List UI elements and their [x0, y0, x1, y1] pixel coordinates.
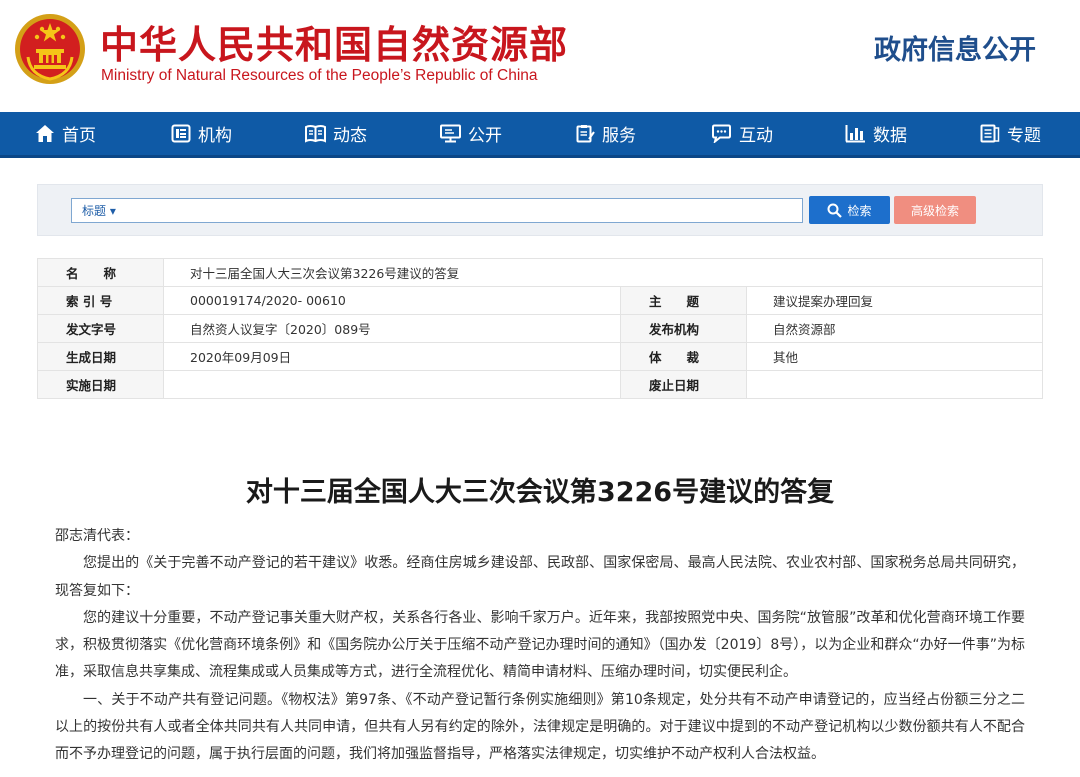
- nav-item-data[interactable]: 数据: [845, 112, 907, 155]
- advanced-search-button[interactable]: 高级检索: [894, 196, 976, 224]
- search-button[interactable]: 检索: [809, 196, 890, 224]
- search-input[interactable]: 标题 ▾: [71, 198, 803, 223]
- nav-item-interact[interactable]: 互动: [711, 112, 773, 155]
- subject-value: 建议提案办理回复: [746, 286, 1043, 315]
- date-label: 生成日期: [37, 342, 164, 371]
- advanced-search-label: 高级检索: [910, 203, 959, 218]
- nav-label-open: 公开: [468, 126, 502, 146]
- issuer-label: 发布机构: [620, 314, 747, 343]
- impl-date-label: 实施日期: [37, 370, 164, 399]
- expire-date-label: 废止日期: [620, 370, 747, 399]
- article-paragraph: 您的建议十分重要，不动产登记事关重大财产权，关系各行各业、影响千家万户。近年来，…: [55, 609, 1025, 681]
- nav-label-home: 首页: [62, 126, 96, 146]
- monitor-icon: [440, 124, 461, 143]
- document-metadata-table: 名 称 对十三届全国人大三次会议第3226号建议的答复 索 引 号 000019…: [37, 258, 1043, 399]
- article-salutation: 邵志清代表：: [55, 528, 139, 544]
- site-header: 中华人民共和国自然资源部 Ministry of Natural Resourc…: [0, 0, 1080, 112]
- nav-item-org[interactable]: 机构: [171, 112, 232, 155]
- impl-date-value: [163, 370, 621, 399]
- nav-label-data: 数据: [873, 126, 907, 146]
- book-icon: [305, 125, 326, 143]
- nav-item-topic[interactable]: 专题: [980, 112, 1041, 155]
- search-field-select[interactable]: 标题 ▾: [82, 202, 116, 219]
- nav-label-org: 机构: [198, 126, 232, 146]
- nav-label-topic: 专题: [1007, 126, 1041, 146]
- index-label: 索 引 号: [37, 286, 164, 315]
- nav-label-service: 服务: [602, 126, 636, 146]
- section-title[interactable]: 政府信息公开: [874, 28, 1036, 67]
- index-value: 000019174/2020- 00610: [163, 286, 621, 315]
- table-row: 实施日期 废止日期: [37, 370, 1043, 399]
- subject-label: 主 题: [620, 286, 747, 315]
- search-icon: [827, 203, 843, 218]
- table-row: 名 称 对十三届全国人大三次会议第3226号建议的答复: [37, 258, 1043, 287]
- table-row: 发文字号 自然资人议复字〔2020〕089号 发布机构 自然资源部: [37, 314, 1043, 343]
- article-paragraph: 您提出的《关于完善不动产登记的若干建议》收悉。经商住房城乡建设部、民政部、国家保…: [55, 555, 1025, 599]
- genre-value: 其他: [746, 342, 1043, 371]
- nav-item-news[interactable]: 动态: [305, 112, 367, 155]
- home-icon: [36, 125, 54, 142]
- topic-icon: [980, 124, 1000, 143]
- date-value: 2020年09月09日: [163, 342, 621, 371]
- clipboard-icon: [576, 125, 595, 143]
- nav-label-interact: 互动: [739, 126, 773, 146]
- expire-date-value: [746, 370, 1043, 399]
- bar-chart-icon: [845, 125, 865, 143]
- article-title: 对十三届全国人大三次会议第3226号建议的答复: [245, 477, 835, 508]
- docno-value: 自然资人议复字〔2020〕089号: [163, 314, 621, 343]
- nav-item-home[interactable]: 首页: [35, 112, 96, 155]
- table-row: 索 引 号 000019174/2020- 00610 主 题 建议提案办理回复: [37, 286, 1043, 315]
- name-label: 名 称: [37, 258, 164, 287]
- site-title-en[interactable]: Ministry of Natural Resources of the Peo…: [101, 67, 538, 85]
- nav-item-open[interactable]: 公开: [440, 112, 502, 155]
- article-body: 邵志清代表： 您提出的《关于完善不动产登记的若干建议》收悉。经商住房城乡建设部、…: [55, 523, 1025, 769]
- genre-label: 体 裁: [620, 342, 747, 371]
- site-title-cn[interactable]: 中华人民共和国自然资源部: [100, 14, 568, 69]
- article-paragraph: 一、关于不动产共有登记问题。《物权法》第97条、《不动产登记暂行条例实施细则》第…: [55, 691, 1025, 763]
- main-nav: 首页 机构 动态 公开 服务 互动 数据 专题: [0, 112, 1080, 158]
- docno-label: 发文字号: [37, 314, 164, 343]
- search-button-label: 检索: [847, 203, 872, 218]
- search-panel: 标题 ▾ 检索 高级检索: [37, 184, 1043, 236]
- table-row: 生成日期 2020年09月09日 体 裁 其他: [37, 342, 1043, 371]
- nav-label-news: 动态: [333, 126, 367, 146]
- national-emblem-icon[interactable]: [14, 13, 86, 85]
- name-value: 对十三届全国人大三次会议第3226号建议的答复: [163, 258, 1043, 287]
- org-icon: [171, 124, 191, 143]
- nav-item-service[interactable]: 服务: [576, 112, 636, 155]
- chat-icon: [712, 124, 731, 143]
- issuer-value: 自然资源部: [746, 314, 1043, 343]
